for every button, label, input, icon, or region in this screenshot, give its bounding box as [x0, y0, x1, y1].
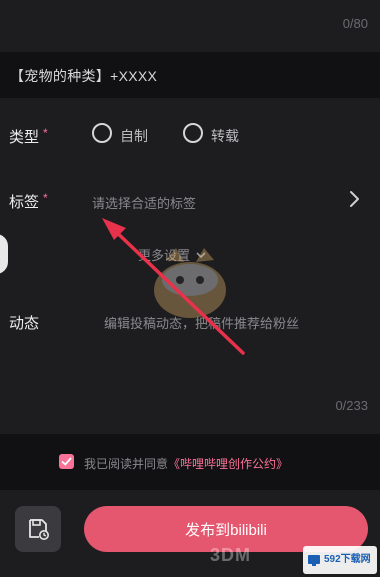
watermark-592: 592下载网	[303, 546, 377, 574]
top-section	[0, 0, 380, 52]
agreement-link[interactable]: 《哔哩哔哩创作公约》	[168, 457, 288, 471]
watermark-logo-icon	[308, 555, 320, 566]
radio-original-label[interactable]: 自制	[120, 126, 148, 146]
title-input[interactable]: 【宠物的种类】+XXXX	[10, 66, 157, 86]
chevron-right-icon[interactable]	[344, 189, 364, 209]
watermark-592-text: 592下载网	[324, 553, 371, 565]
watermark-3dm: 3DM	[210, 545, 252, 565]
save-draft-icon	[29, 519, 49, 540]
radio-original[interactable]	[92, 123, 112, 143]
dynamic-row-label: 动态	[9, 315, 40, 332]
tags-selector[interactable]: 请选择合适的标签	[92, 193, 196, 212]
type-row-label: 类型 *	[9, 126, 48, 147]
publish-label: 发布到bilibili	[185, 521, 267, 539]
agreement-checkbox[interactable]	[59, 454, 74, 469]
checkmark-icon	[61, 457, 72, 466]
tags-row-label: 标签 *	[9, 191, 48, 212]
required-mark: *	[43, 126, 48, 140]
radio-repost[interactable]	[183, 123, 203, 143]
agreement-text: 我已阅读并同意《哔哩哔哩创作公约》	[84, 455, 288, 472]
save-draft-button[interactable]	[15, 506, 61, 552]
radio-repost-label[interactable]: 转载	[211, 126, 239, 146]
dynamic-char-counter: 0/233	[335, 398, 368, 413]
tags-label-text: 标签	[9, 194, 40, 211]
watermark-mascot-icon	[154, 248, 226, 318]
agreement-prefix: 我已阅读并同意	[84, 457, 169, 471]
required-mark: *	[43, 191, 48, 205]
type-label-text: 类型	[9, 129, 40, 146]
title-char-counter: 0/80	[342, 16, 368, 31]
